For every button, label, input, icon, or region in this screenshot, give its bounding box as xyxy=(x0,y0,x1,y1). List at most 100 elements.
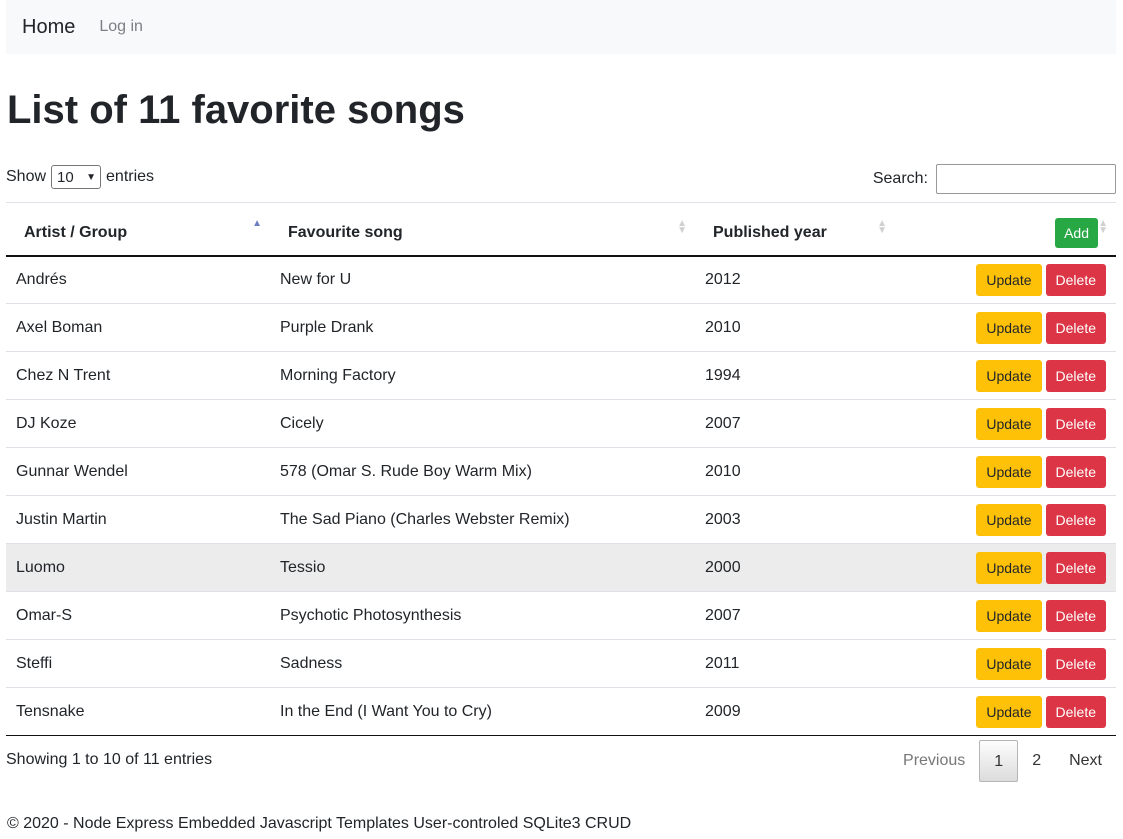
show-label: Show xyxy=(6,168,47,185)
artist-cell: Justin Martin xyxy=(16,510,107,528)
song-cell: Cicely xyxy=(280,414,324,432)
actions-cell: Update Delete xyxy=(895,304,1116,352)
length-control: Show 10 ▼ entries xyxy=(6,164,154,190)
year-cell: 2010 xyxy=(705,318,741,336)
actions-cell: Update Delete xyxy=(895,544,1116,592)
delete-button[interactable]: Delete xyxy=(1045,695,1106,728)
update-button[interactable]: Update xyxy=(976,311,1042,344)
entries-per-page-value: 10 xyxy=(57,168,74,186)
sort-icon: ▲ xyxy=(252,218,262,229)
actions-cell: Update Delete xyxy=(895,352,1116,400)
delete-button[interactable]: Delete xyxy=(1045,503,1106,536)
delete-button[interactable]: Delete xyxy=(1045,647,1106,680)
table-row: Luomo Tessio 2000 Update Delete xyxy=(6,543,1116,592)
song-cell: New for U xyxy=(280,270,352,288)
search-label: Search: xyxy=(872,170,928,187)
column-header-label: Favourite song xyxy=(288,223,403,241)
table-row: Axel Boman Purple Drank 2010 Update Delete xyxy=(6,304,1116,352)
year-cell: 2010 xyxy=(705,462,741,480)
delete-button[interactable]: Delete xyxy=(1045,455,1106,488)
entries-label: entries xyxy=(106,168,155,185)
update-button[interactable]: Update xyxy=(976,455,1042,488)
update-button[interactable]: Update xyxy=(976,503,1042,536)
next-page-button[interactable]: Next xyxy=(1055,740,1116,782)
year-cell: 2007 xyxy=(705,414,741,432)
update-button[interactable]: Update xyxy=(976,551,1042,584)
table-header-row: Artist / Group ▲ Favourite song ▲ ▼ Publi… xyxy=(6,202,1116,256)
year-cell: 2011 xyxy=(705,654,740,672)
song-cell: In the End (I Want You to Cry) xyxy=(280,702,492,720)
sort-icon: ▲ ▼ xyxy=(1098,218,1108,236)
update-button[interactable]: Update xyxy=(976,407,1042,440)
previous-page-button[interactable]: Previous xyxy=(889,740,979,782)
actions-cell: Update Delete xyxy=(895,400,1116,448)
update-button[interactable]: Update xyxy=(976,647,1042,680)
delete-button[interactable]: Delete xyxy=(1045,599,1106,632)
entries-per-page-select[interactable]: 10 ▼ xyxy=(51,165,102,189)
update-button[interactable]: Update xyxy=(976,359,1042,392)
song-cell: 578 (Omar S. Rude Boy Warm Mix) xyxy=(280,462,532,480)
year-cell: 2003 xyxy=(705,510,741,528)
artist-cell: Luomo xyxy=(16,558,65,576)
actions-cell: Update Delete xyxy=(895,592,1116,640)
sort-icon: ▲ ▼ xyxy=(677,218,687,236)
column-header-label: Artist / Group xyxy=(24,223,128,241)
page-button-1[interactable]: 1 xyxy=(979,740,1019,782)
artist-cell: DJ Koze xyxy=(16,414,77,432)
add-button[interactable]: Add xyxy=(1055,217,1098,248)
table-row: Gunnar Wendel 578 (Omar S. Rude Boy Warm … xyxy=(6,448,1116,496)
search-input[interactable] xyxy=(936,164,1116,194)
table-row: Chez N Trent Morning Factory 1994 Update Del… xyxy=(6,352,1116,400)
table-row: Justin Martin The Sad Piano (Charles Webs… xyxy=(6,496,1116,544)
year-cell: 2007 xyxy=(705,606,741,624)
delete-button[interactable]: Delete xyxy=(1045,311,1106,344)
update-button[interactable]: Update xyxy=(976,695,1042,728)
page-button-2[interactable]: 2 xyxy=(1018,740,1055,782)
delete-button[interactable]: Delete xyxy=(1045,263,1106,296)
artist-cell: Steffi xyxy=(16,654,53,672)
artist-cell: Chez N Trent xyxy=(16,366,111,384)
song-cell: The Sad Piano (Charles Webster Remix) xyxy=(280,510,570,528)
table-row: Andrés New for U 2012 Update Delete xyxy=(6,256,1116,304)
column-header-label: Published year xyxy=(713,223,827,241)
actions-cell: Update Delete xyxy=(895,256,1116,304)
artist-cell: Gunnar Wendel xyxy=(16,462,128,480)
search-control: Search: xyxy=(873,164,1116,194)
dropdown-caret-icon: ▼ xyxy=(86,171,97,183)
delete-button[interactable]: Delete xyxy=(1045,407,1106,440)
actions-cell: Update Delete xyxy=(895,496,1116,544)
nav-login-link[interactable]: Log in xyxy=(99,18,143,36)
song-cell: Psychotic Photosynthesis xyxy=(280,606,462,624)
table-row: Omar-S Psychotic Photosynthesis 2007 Update… xyxy=(6,592,1116,640)
table-row: Tensnake In the End (I Want You to Cry) 20… xyxy=(6,688,1116,736)
artist-cell: Omar-S xyxy=(16,606,72,624)
table-row: Steffi Sadness 2011 Update Delete xyxy=(6,640,1116,688)
pagination: Previous 1 2 Next xyxy=(889,740,1116,782)
actions-cell: Update Delete xyxy=(895,688,1116,736)
song-cell: Tessio xyxy=(280,558,326,576)
delete-button[interactable]: Delete xyxy=(1045,551,1106,584)
artist-cell: Axel Boman xyxy=(16,318,103,336)
year-cell: 2009 xyxy=(705,702,741,720)
column-header-year[interactable]: Published year ▲ ▼ xyxy=(695,203,895,256)
footer: © 2020 - Node Express Embedded Javascrip… xyxy=(7,815,632,832)
artist-cell: Tensnake xyxy=(16,702,85,720)
actions-cell: Update Delete xyxy=(895,640,1116,688)
artist-cell: Andrés xyxy=(16,270,67,288)
nav-home-link[interactable]: Home xyxy=(22,16,75,39)
page-title: List of 11 favorite songs xyxy=(7,88,465,132)
update-button[interactable]: Update xyxy=(976,599,1042,632)
update-button[interactable]: Update xyxy=(976,263,1042,296)
delete-button[interactable]: Delete xyxy=(1045,359,1106,392)
navbar: Home Log in xyxy=(6,0,1116,54)
column-header-artist[interactable]: Artist / Group ▲ xyxy=(6,203,270,256)
column-header-actions: Add ▲ ▼ xyxy=(895,203,1116,256)
actions-cell: Update Delete xyxy=(895,448,1116,496)
table-row: DJ Koze Cicely 2007 Update Delete xyxy=(6,400,1116,448)
song-cell: Purple Drank xyxy=(280,318,374,336)
column-header-song[interactable]: Favourite song ▲ ▼ xyxy=(270,203,695,256)
year-cell: 1994 xyxy=(705,366,741,384)
year-cell: 2012 xyxy=(705,270,741,288)
year-cell: 2000 xyxy=(705,558,741,576)
song-cell: Morning Factory xyxy=(280,366,396,384)
